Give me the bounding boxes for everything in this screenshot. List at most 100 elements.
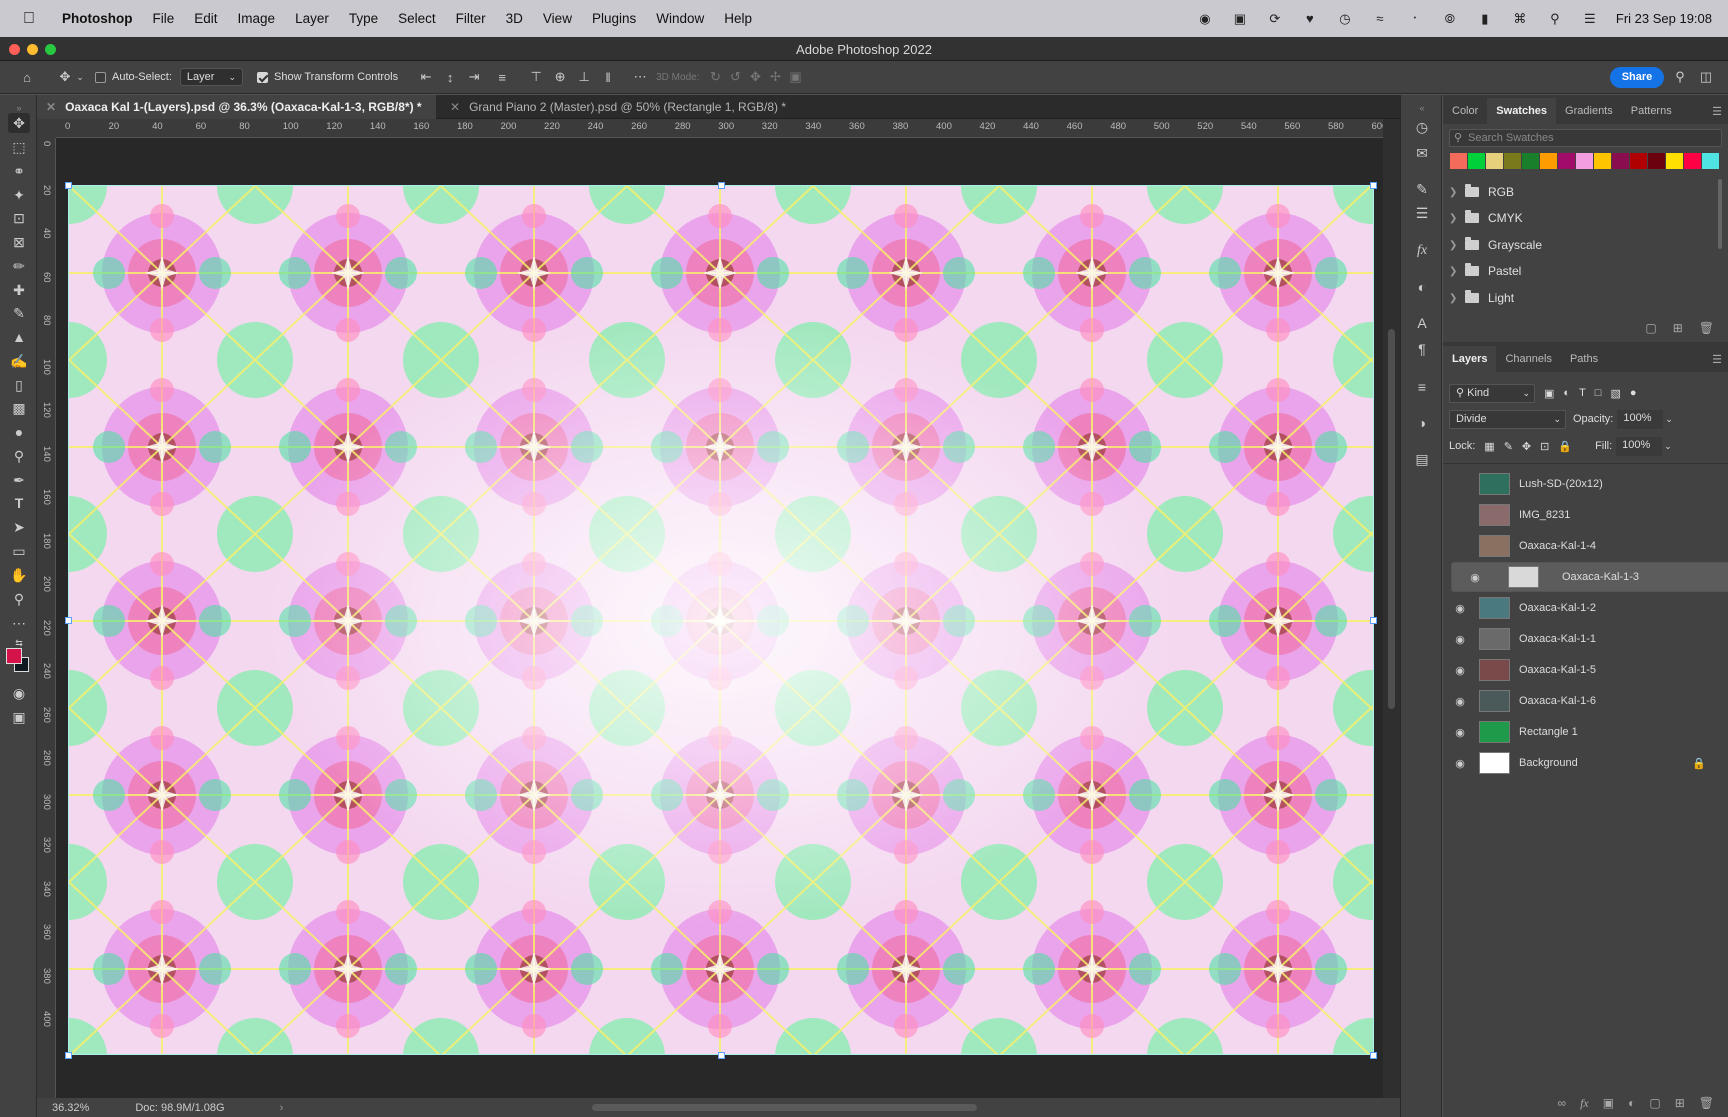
- horizontal-scrollbar-thumb[interactable]: [592, 1104, 977, 1111]
- history-panel-icon[interactable]: ◷: [1411, 117, 1433, 137]
- share-button[interactable]: Share: [1610, 67, 1664, 88]
- character-panel-icon[interactable]: A: [1411, 313, 1433, 333]
- shape-filter-icon[interactable]: □: [1595, 387, 1602, 399]
- blend-mode-dropdown[interactable]: Divide ⌄: [1449, 409, 1566, 429]
- chevron-down-icon[interactable]: ⌄: [1664, 441, 1672, 452]
- transform-handle[interactable]: [1370, 182, 1377, 189]
- opacity-input[interactable]: 100%: [1617, 409, 1664, 429]
- rectangle-tool-icon[interactable]: ▭: [8, 541, 30, 561]
- vertical-ruler[interactable]: 0 20 40 60 80 100 120 140 160 180 200 220 240 260 280 3…: [37, 138, 56, 1098]
- layer-row[interactable]: ◉ Oaxaca-Kal-1-5: [1443, 655, 1728, 685]
- close-tab-icon[interactable]: ✕: [450, 100, 460, 114]
- history-brush-tool-icon[interactable]: ✍: [8, 351, 30, 371]
- color-swatch[interactable]: [1486, 153, 1503, 169]
- display-icon[interactable]: ▣: [1231, 11, 1249, 27]
- color-swatch[interactable]: [1702, 153, 1719, 169]
- menubar-clock[interactable]: Fri 23 Sep 19:08: [1616, 11, 1712, 26]
- color-swatch[interactable]: [1612, 153, 1629, 169]
- link-layers-icon[interactable]: ∞: [1558, 1096, 1567, 1111]
- chevron-right-icon[interactable]: ›: [280, 1102, 284, 1114]
- menu-type[interactable]: Type: [349, 11, 378, 26]
- transform-handle[interactable]: [65, 617, 72, 624]
- delete-layer-icon[interactable]: 🗑: [1699, 1096, 1714, 1111]
- color-swatch[interactable]: [1558, 153, 1575, 169]
- swatch-group-pastel[interactable]: ❯ Pastel: [1449, 258, 1521, 284]
- adjustment-layer-icon[interactable]: ◐: [1628, 1096, 1635, 1111]
- color-swatch[interactable]: [1450, 153, 1467, 169]
- properties-panel-icon[interactable]: ≡: [1411, 377, 1433, 397]
- lock-position-icon[interactable]: ✥: [1522, 440, 1531, 453]
- gradient-tool-icon[interactable]: ▩: [8, 398, 30, 418]
- delete-swatch-icon[interactable]: 🗑: [1699, 321, 1714, 335]
- swatches-scrollbar[interactable]: [1718, 179, 1722, 249]
- search-icon[interactable]: ⚲: [1670, 68, 1690, 86]
- tab-swatches[interactable]: Swatches: [1487, 98, 1557, 124]
- swatch-group-light[interactable]: ❯ Light: [1449, 285, 1514, 311]
- new-swatch-icon[interactable]: ⊞: [1673, 321, 1683, 335]
- menu-window[interactable]: Window: [656, 11, 704, 26]
- type-filter-icon[interactable]: T: [1579, 387, 1586, 399]
- lock-artboard-icon[interactable]: ⊡: [1540, 440, 1549, 453]
- canvas-area[interactable]: [56, 138, 1383, 1098]
- more-options-icon[interactable]: ⋯: [630, 68, 650, 86]
- brush-tool-icon[interactable]: ✎: [8, 303, 30, 323]
- chevron-down-icon[interactable]: ⌄: [75, 68, 85, 86]
- blur-tool-icon[interactable]: ●: [8, 422, 30, 442]
- auto-select-dropdown[interactable]: Layer ⌄: [179, 68, 243, 86]
- layer-row[interactable]: ◉ Background 🔒: [1443, 748, 1728, 778]
- marquee-tool-icon[interactable]: ⬚: [8, 137, 30, 157]
- align-right-icon[interactable]: ⇥: [464, 68, 484, 86]
- tab-paths[interactable]: Paths: [1561, 346, 1607, 372]
- adjust-layer-icon[interactable]: ◑: [1411, 413, 1433, 433]
- edit-toolbar-icon[interactable]: ⋯: [8, 613, 30, 633]
- color-swatch[interactable]: [1594, 153, 1611, 169]
- libraries-panel-icon[interactable]: ▤: [1411, 449, 1433, 469]
- color-swatch[interactable]: [1504, 153, 1521, 169]
- align-bottom-icon[interactable]: ⊥: [574, 68, 594, 86]
- comments-panel-icon[interactable]: ✉: [1411, 143, 1433, 163]
- eye-icon[interactable]: ◉: [1449, 726, 1471, 739]
- eraser-tool-icon[interactable]: ▯: [8, 375, 30, 395]
- eye-icon[interactable]: ◉: [1449, 695, 1471, 708]
- lock-all-icon[interactable]: 🔒: [1558, 440, 1572, 453]
- control-center-icon[interactable]: ☰: [1581, 11, 1599, 27]
- color-swatch[interactable]: [1648, 153, 1665, 169]
- airdrop-icon[interactable]: ⦾: [1441, 11, 1459, 27]
- activity-icon[interactable]: ≈: [1371, 11, 1389, 27]
- menu-edit[interactable]: Edit: [194, 11, 217, 26]
- tab-channels[interactable]: Channels: [1496, 346, 1560, 372]
- zoom-level[interactable]: 36.32%: [52, 1102, 89, 1114]
- dodge-tool-icon[interactable]: ⚲: [8, 446, 30, 466]
- show-transform-checkbox[interactable]: [257, 71, 268, 83]
- tab-layers[interactable]: Layers: [1443, 346, 1497, 372]
- tab-color[interactable]: Color: [1443, 98, 1487, 124]
- layer-row[interactable]: IMG_8231: [1443, 500, 1728, 530]
- smart-object-filter-icon[interactable]: ▧: [1610, 387, 1620, 400]
- eye-icon[interactable]: ◉: [1464, 571, 1486, 584]
- horizontal-ruler[interactable]: 0 20 40 60 80 100 120 140 160 180 200 220 240 260 280 3…: [56, 119, 1383, 138]
- stamp-tool-icon[interactable]: ▲: [8, 327, 30, 347]
- move-tool-preset-icon[interactable]: ✥: [55, 68, 75, 86]
- layer-row[interactable]: ◉ Oaxaca-Kal-1-3: [1451, 562, 1728, 592]
- healing-brush-tool-icon[interactable]: ✚: [8, 280, 30, 300]
- layer-row[interactable]: Oaxaca-Kal-1-4: [1443, 531, 1728, 561]
- lasso-tool-icon[interactable]: ⚭: [8, 161, 30, 181]
- scrollbar-thumb[interactable]: [1388, 329, 1395, 709]
- align-center-icon[interactable]: ↕: [440, 68, 460, 86]
- paragraph-panel-icon[interactable]: ¶: [1411, 339, 1433, 359]
- lock-icon[interactable]: 🔒: [1692, 757, 1706, 770]
- color-swatch[interactable]: [1630, 153, 1647, 169]
- adjustments-icon[interactable]: ☰: [1411, 203, 1433, 223]
- move-tool-icon[interactable]: ✥: [8, 113, 30, 133]
- pen-tool-icon[interactable]: ✒: [8, 470, 30, 490]
- eyedropper-tool-icon[interactable]: ✏: [8, 256, 30, 276]
- vertical-scrollbar[interactable]: [1383, 119, 1400, 1098]
- panel-menu-icon[interactable]: ☰: [1712, 105, 1722, 118]
- color-balance-icon[interactable]: ◐: [1411, 277, 1433, 297]
- distribute-icon[interactable]: ≡: [492, 68, 512, 86]
- new-group-icon[interactable]: ▢: [1645, 321, 1656, 335]
- swatch-group-cmyk[interactable]: ❯ CMYK: [1449, 205, 1523, 231]
- layer-row[interactable]: ◉ Oaxaca-Kal-1-2: [1443, 593, 1728, 623]
- menu-file[interactable]: File: [153, 11, 175, 26]
- fill-input[interactable]: 100%: [1616, 436, 1663, 456]
